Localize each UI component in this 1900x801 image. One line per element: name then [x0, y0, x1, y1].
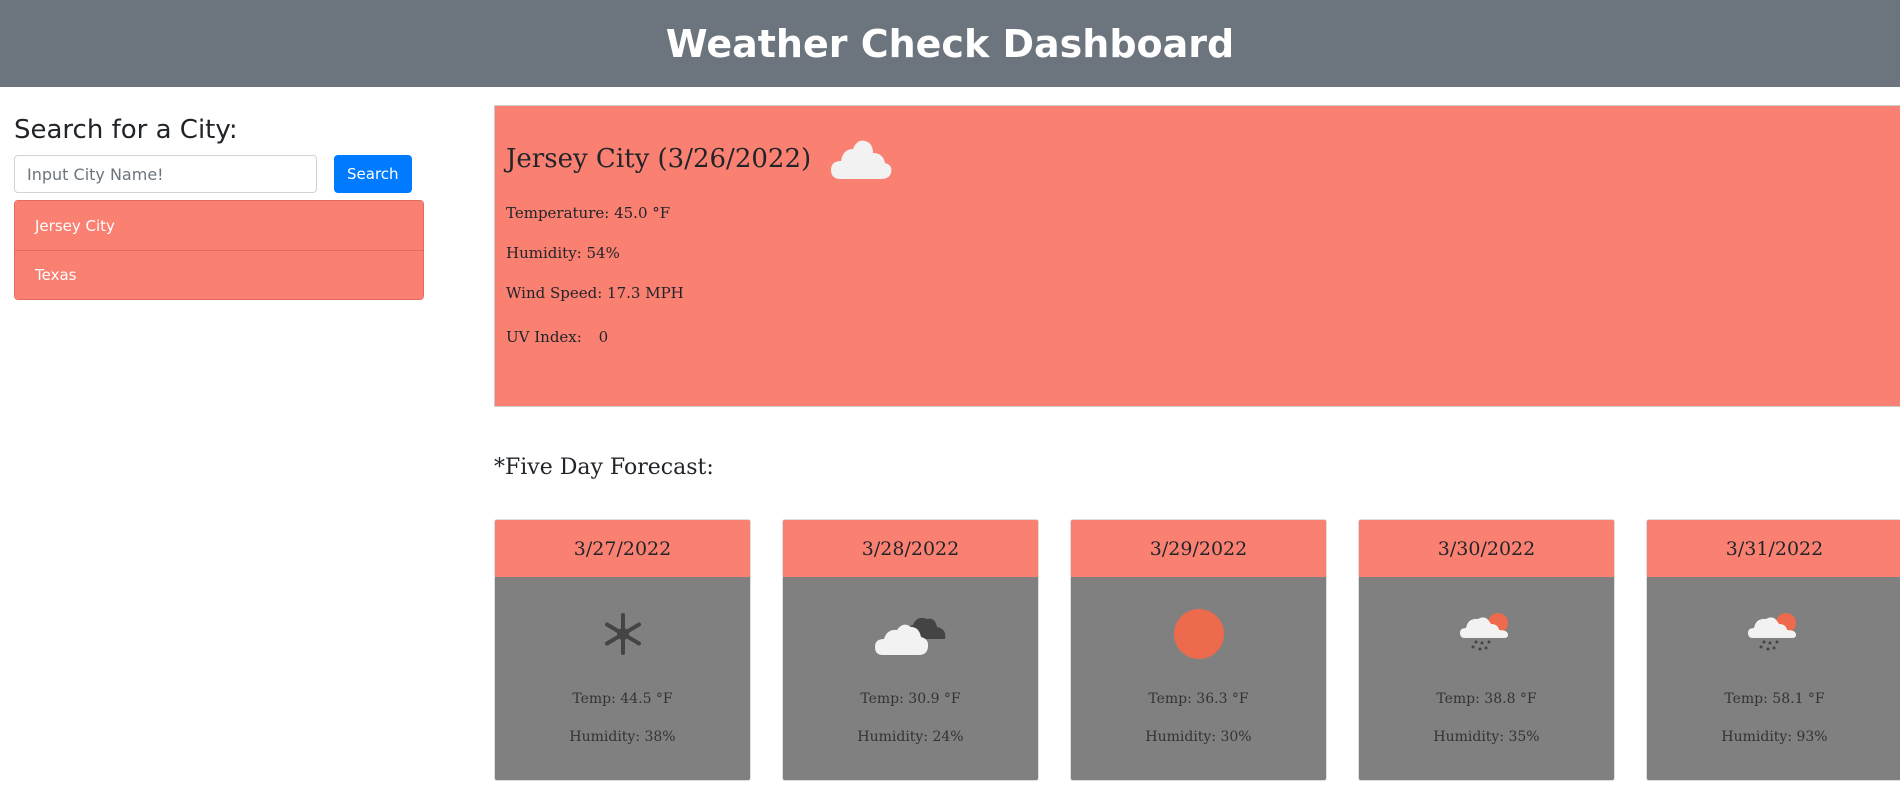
- search-heading: Search for a City:: [14, 115, 238, 145]
- forecast-date: 3/31/2022: [1647, 520, 1900, 577]
- forecast-humidity: Humidity: 35%: [1433, 729, 1540, 745]
- forecast-temp: Temp: 44.5 °F: [572, 691, 673, 707]
- forecast-date: 3/29/2022: [1071, 520, 1326, 577]
- page-title: Weather Check Dashboard: [665, 21, 1235, 66]
- forecast-cards: 3/27/2022 Temp: 44.5 °F Humidity: 38% 3/…: [494, 519, 1900, 781]
- history-item-texas[interactable]: Texas: [15, 250, 423, 299]
- forecast-humidity: Humidity: 93%: [1721, 729, 1828, 745]
- forecast-card: 3/29/2022 Temp: 36.3 °F Humidity: 30%: [1070, 519, 1327, 781]
- forecast-temp: Temp: 38.8 °F: [1436, 691, 1537, 707]
- forecast-humidity: Humidity: 38%: [569, 729, 676, 745]
- search-history-list: Jersey City Texas: [14, 200, 424, 300]
- sidebar: Search for a City: Search Jersey City Te…: [14, 115, 424, 300]
- current-humidity: Humidity: 54%: [506, 244, 620, 262]
- forecast-heading: *Five Day Forecast:: [494, 455, 714, 480]
- forecast-card: 3/31/2022 Temp: 58.1 °F Humidity: 93%: [1646, 519, 1900, 781]
- current-weather-panel: Jersey City (3/26/2022) Temperature: 45.…: [494, 105, 1900, 407]
- snowflake-icon: [604, 613, 641, 655]
- search-row: Search: [14, 155, 424, 193]
- app-header: Weather Check Dashboard: [0, 0, 1900, 87]
- forecast-date: 3/27/2022: [495, 520, 750, 577]
- current-city-title: Jersey City (3/26/2022): [506, 144, 812, 174]
- sun-icon: [1173, 609, 1224, 659]
- forecast-card: 3/27/2022 Temp: 44.5 °F Humidity: 38%: [494, 519, 751, 781]
- forecast-card: 3/28/2022 Temp: 30.9 °F Humidity: 24%: [782, 519, 1039, 781]
- city-search-input[interactable]: [14, 155, 317, 193]
- uv-value: 0: [598, 328, 609, 346]
- current-uv-index: UV Index: 0: [506, 328, 1900, 346]
- current-wind-speed: Wind Speed: 17.3 MPH: [506, 284, 684, 302]
- forecast-humidity: Humidity: 30%: [1145, 729, 1252, 745]
- clouds-icon: [874, 617, 945, 655]
- search-button[interactable]: Search: [334, 155, 412, 193]
- history-item-jersey-city[interactable]: Jersey City: [15, 201, 423, 250]
- cloud-icon: [831, 140, 892, 179]
- forecast-temp: Temp: 58.1 °F: [1724, 691, 1825, 707]
- forecast-date: 3/28/2022: [783, 520, 1038, 577]
- forecast-card: 3/30/2022 Temp: 38.8 °F Humidity: 35%: [1358, 519, 1615, 781]
- rain-sun-icon: [1747, 613, 1796, 651]
- forecast-temp: Temp: 36.3 °F: [1148, 691, 1249, 707]
- uv-label: UV Index:: [506, 328, 582, 346]
- forecast-date: 3/30/2022: [1359, 520, 1614, 577]
- forecast-temp: Temp: 30.9 °F: [860, 691, 961, 707]
- rain-sun-icon: [1459, 613, 1508, 651]
- current-temperature: Temperature: 45.0 °F: [506, 204, 671, 222]
- forecast-humidity: Humidity: 24%: [857, 729, 964, 745]
